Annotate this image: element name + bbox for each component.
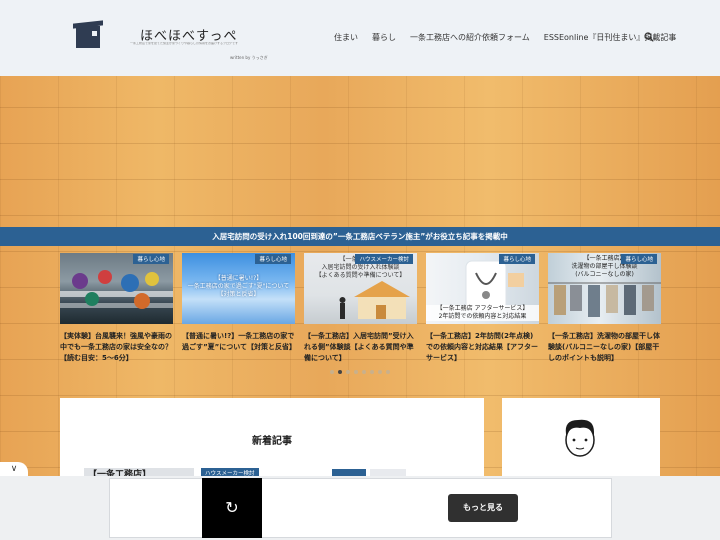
category-tag[interactable]: 暮らし心地 (133, 254, 169, 264)
carousel-card[interactable]: 【普通に暑い!?】 一条工務店の家で過ごす"夏"について 【対策と反省】 暮らし… (182, 253, 295, 365)
carousel-dot[interactable] (354, 370, 358, 374)
category-tag[interactable]: ハウスメーカー検討 (355, 254, 413, 264)
category-tag[interactable]: 暮らし心地 (255, 254, 291, 264)
card-thumbnail[interactable]: 【普通に暑い!?】 一条工務店の家で過ごす"夏"について 【対策と反省】 暮らし… (182, 253, 295, 324)
chevron-down-icon[interactable]: ∨ (0, 462, 28, 476)
carousel-dot-active[interactable] (338, 370, 342, 374)
nav-item-kurashi[interactable]: 暮らし (372, 32, 396, 43)
card-title[interactable]: 【実体験】台風襲来！強風や豪雨の中でも一条工務店の家は安全なの？【読む目安：5〜… (60, 331, 173, 365)
carousel-dot[interactable] (362, 370, 366, 374)
carousel-card[interactable]: 【一条工務店】 入居宅訪問の受け入れ体験談 【よくある質問や準備について】 ハウ… (304, 253, 417, 365)
promo-banner[interactable]: 入居宅訪問の受け入れ100回到達の”一条工務店ベテラン施主”がお役立ち記事を掲載… (0, 227, 720, 246)
carousel-dots (330, 370, 394, 374)
card-title[interactable]: 【一条工務店】洗濯物の部屋干し体験談(バルコニーなしの家)【部屋干しのポイントも… (548, 331, 661, 365)
card-thumbnail[interactable]: 暮らし心地 (60, 253, 173, 324)
carousel-dot[interactable] (386, 370, 390, 374)
carousel-card[interactable]: 【一条工務店 アフターサービス】 2年訪問での依頼内容と対応結果 暮らし心地 【… (426, 253, 539, 365)
more-button[interactable]: もっと見る (448, 494, 518, 522)
nav-item-esse-online[interactable]: ESSEonline『日刊住まい』掲載記事 (544, 32, 677, 43)
author-credit: written by うっさぎ (230, 55, 268, 60)
category-tag[interactable]: 暮らし心地 (499, 254, 535, 264)
card-thumbnail[interactable]: 【一条工務店】 洗濯物の部屋干し体験談 (バルコニーなしの家) 暮らし心地 (548, 253, 661, 324)
carousel-card[interactable]: 暮らし心地 【実体験】台風襲来！強風や豪雨の中でも一条工務店の家は安全なの？【読… (60, 253, 173, 365)
thumbnail-text: 【普通に暑い!?】 一条工務店の家で過ごす"夏"について 【対策と反省】 (187, 275, 290, 298)
card-title[interactable]: 【普通に暑い!?】一条工務店の家で過ごす”夏”について【対策と反省】 (182, 331, 295, 365)
card-title[interactable]: 【一条工務店】2年訪問(2年点検)での依頼内容と対応結果【アフターサービス】 (426, 331, 539, 365)
nav-item-referral-form[interactable]: 一条工務店への紹介依頼フォーム (410, 32, 530, 43)
category-tag[interactable]: 暮らし心地 (621, 254, 657, 264)
carousel-card[interactable]: 【一条工務店】 洗濯物の部屋干し体験談 (バルコニーなしの家) 暮らし心地 【一… (548, 253, 661, 365)
carousel-dot[interactable] (370, 370, 374, 374)
section-title: 新着記事 (252, 436, 292, 447)
nav-item-sumai[interactable]: 住まい (334, 32, 358, 43)
card-title[interactable]: 【一条工務店】入居宅訪問”受け入れる側”体験談【よくある質問や準備について】 (304, 331, 417, 365)
avatar[interactable] (560, 416, 600, 464)
carousel-dot[interactable] (330, 370, 334, 374)
ad-frame[interactable] (109, 478, 612, 538)
carousel-dot[interactable] (378, 370, 382, 374)
card-thumbnail[interactable]: 【一条工務店】 入居宅訪問の受け入れ体験談 【よくある質問や準備について】 ハウ… (304, 253, 417, 324)
main-nav: 住まい 暮らし 一条工務店への紹介依頼フォーム ESSEonline『日刊住まい… (334, 32, 690, 43)
thumbnail-text: 【一条工務店 アフターサービス】 2年訪問での依頼内容と対応結果 (426, 305, 539, 321)
replay-icon[interactable]: ↻ (202, 478, 262, 538)
site-header: ほべほべすっぺ 一条工務店で家を建てた施主が家づくりや暮らしの情報をお届けするブ… (0, 0, 720, 76)
search-icon[interactable] (644, 32, 654, 42)
site-tagline: 一条工務店で家を建てた施主が家づくりや暮らしの情報をお届けするブログです (130, 42, 239, 45)
carousel-dot[interactable] (346, 370, 350, 374)
site-logo-icon[interactable] (76, 26, 100, 48)
card-thumbnail[interactable]: 【一条工務店 アフターサービス】 2年訪問での依頼内容と対応結果 暮らし心地 (426, 253, 539, 324)
